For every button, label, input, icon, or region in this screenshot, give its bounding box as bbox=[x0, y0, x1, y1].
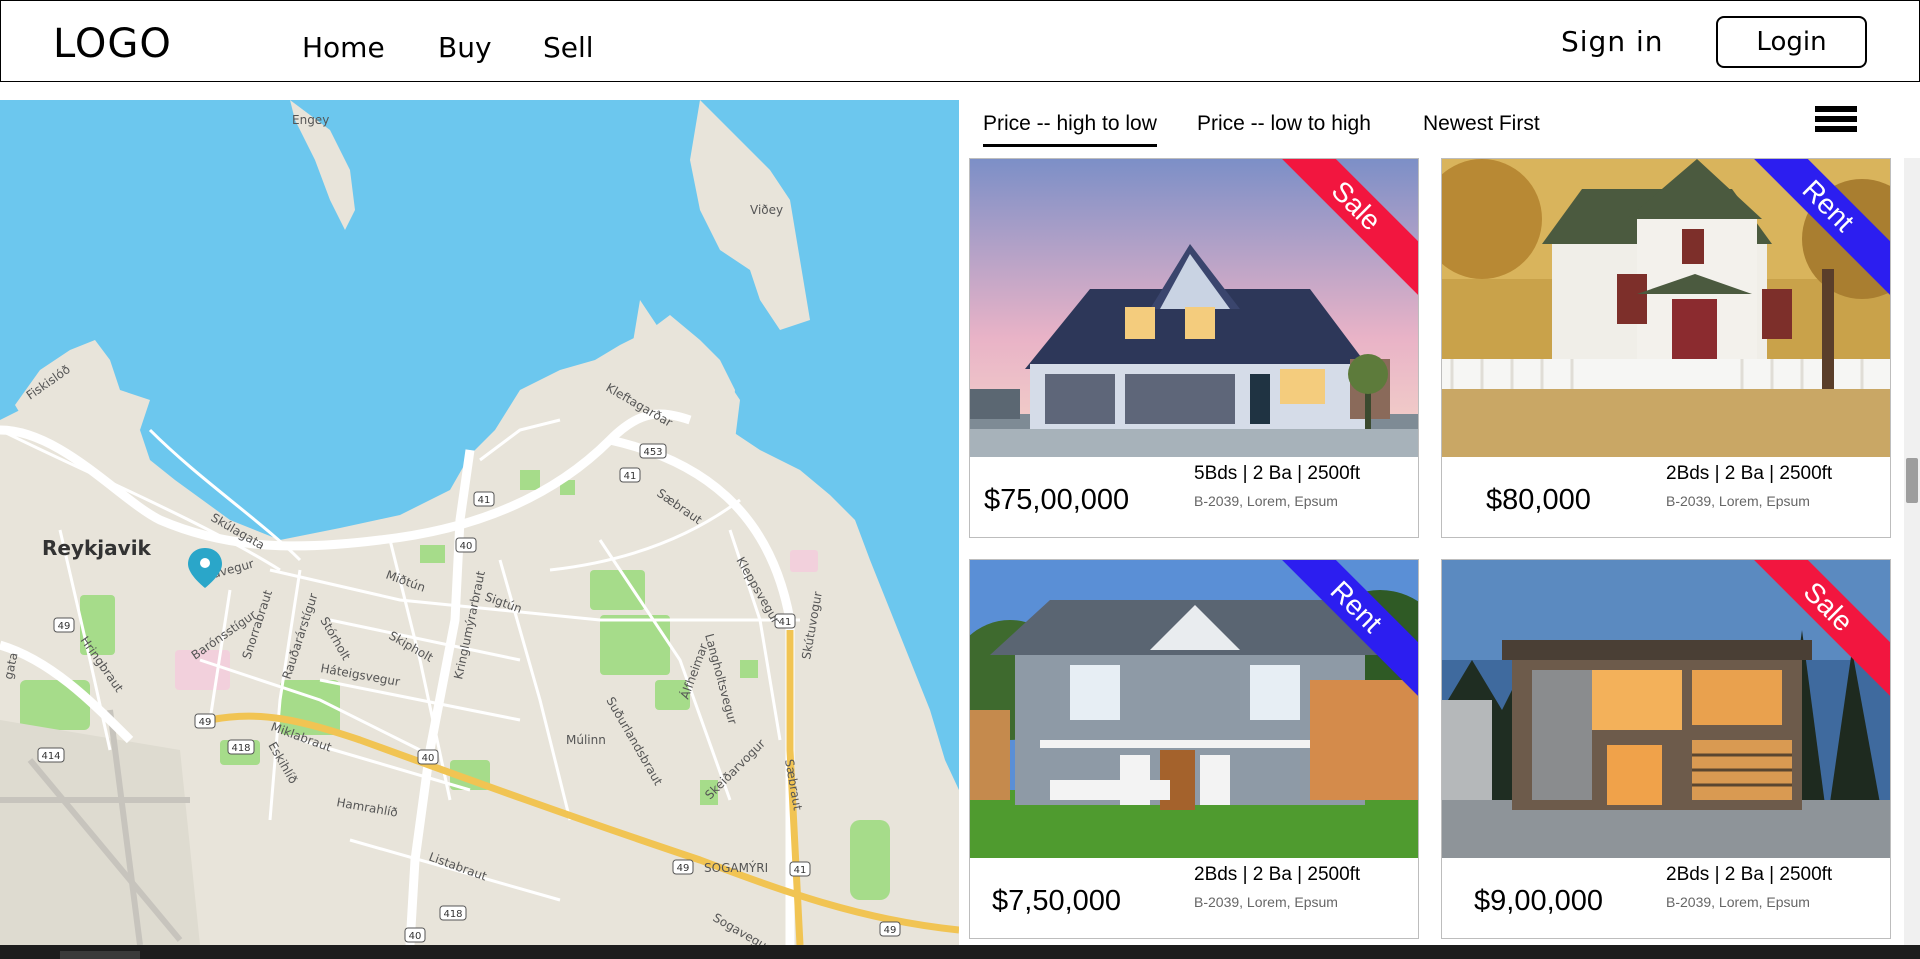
sort-price-high-low-tab[interactable]: Price -- high to low bbox=[983, 112, 1157, 147]
nav-sell-link[interactable]: Sell bbox=[543, 31, 594, 64]
house-photo: Rent bbox=[1442, 159, 1890, 457]
menu-icon[interactable] bbox=[1815, 106, 1857, 142]
listing-address: B-2039, Lorem, Epsum bbox=[1666, 493, 1810, 509]
road-shield-label: 41 bbox=[624, 471, 637, 482]
listing-card[interactable]: Sale $75,00,000 5Bds | 2 Ba | 2500ft B-2… bbox=[969, 158, 1419, 538]
listing-grid: Sale $75,00,000 5Bds | 2 Ba | 2500ft B-2… bbox=[960, 158, 1904, 945]
listing-specs: 2Bds | 2 Ba | 2500ft bbox=[1666, 463, 1833, 484]
top-navbar: LOGO Home Buy Sell Sign in Login bbox=[0, 0, 1920, 82]
sort-price-low-high-tab[interactable]: Price -- low to high bbox=[1197, 112, 1371, 144]
road-shield-label: 418 bbox=[231, 743, 250, 754]
nav-buy-link[interactable]: Buy bbox=[438, 31, 492, 64]
listing-price: $80,000 bbox=[1486, 484, 1591, 516]
listing-price: $75,00,000 bbox=[984, 484, 1130, 516]
bottom-taskbar bbox=[0, 945, 1920, 959]
house-photo: Sale bbox=[970, 159, 1418, 457]
road-shield-label: 40 bbox=[409, 931, 422, 942]
listing-address: B-2039, Lorem, Epsum bbox=[1666, 894, 1810, 910]
road-shield-label: 49 bbox=[58, 621, 71, 632]
listing-price: $9,00,000 bbox=[1474, 885, 1604, 917]
nav-home-link[interactable]: Home bbox=[302, 31, 385, 64]
listing-card[interactable]: Rent $80,000 2Bds | 2 Ba | 2500ft B-2039… bbox=[1441, 158, 1891, 538]
listing-specs: 2Bds | 2 Ba | 2500ft bbox=[1666, 864, 1833, 885]
listing-card[interactable]: Rent $7,50,000 2Bds | 2 Ba | 2500ft B-20… bbox=[969, 559, 1419, 939]
sort-newest-first-tab[interactable]: Newest First bbox=[1423, 112, 1540, 144]
map-view[interactable]: 453 41 41 40 49 41 49 418 414 40 418 40 … bbox=[0, 100, 959, 945]
road-shield-label: 453 bbox=[643, 447, 662, 458]
listing-address: B-2039, Lorem, Epsum bbox=[1194, 493, 1338, 509]
road-shield-label: 49 bbox=[884, 925, 897, 936]
listing-specs: 2Bds | 2 Ba | 2500ft bbox=[1194, 864, 1361, 885]
road-shield-label: 41 bbox=[794, 865, 807, 876]
listing-scrollbar-thumb[interactable] bbox=[1906, 458, 1918, 503]
road-shield-label: 49 bbox=[199, 717, 212, 728]
listing-price: $7,50,000 bbox=[992, 885, 1122, 917]
map-label-videy: Viðey bbox=[750, 203, 783, 217]
listing-address: B-2039, Lorem, Epsum bbox=[1194, 894, 1338, 910]
listing-specs: 5Bds | 2 Ba | 2500ft bbox=[1194, 463, 1361, 484]
road-shield-label: 414 bbox=[41, 751, 60, 762]
house-photo: Sale bbox=[1442, 560, 1890, 858]
map-label-sogamyri: SOGAMÝRI bbox=[704, 860, 768, 875]
road-shield-label: 418 bbox=[443, 909, 462, 920]
road-shield-label: 40 bbox=[460, 541, 473, 552]
road-shield-label: 41 bbox=[478, 495, 491, 506]
login-button[interactable]: Login bbox=[1716, 16, 1867, 68]
sort-bar: Price -- high to low Price -- low to hig… bbox=[960, 100, 1920, 158]
listing-card[interactable]: Sale $9,00,000 2Bds | 2 Ba | 2500ft B-20… bbox=[1441, 559, 1891, 939]
road-shield-label: 49 bbox=[677, 863, 690, 874]
map-label-engey: Engey bbox=[292, 113, 329, 127]
site-logo[interactable]: LOGO bbox=[53, 21, 172, 67]
house-photo: Rent bbox=[970, 560, 1418, 858]
map-city-label: Reykjavik bbox=[42, 536, 152, 560]
map-airport bbox=[0, 720, 200, 945]
map-label-mulinn: Múlinn bbox=[566, 733, 606, 747]
listing-scrollbar-track[interactable] bbox=[1904, 158, 1920, 945]
sign-in-link[interactable]: Sign in bbox=[1561, 25, 1664, 58]
road-shield-label: 40 bbox=[422, 753, 435, 764]
